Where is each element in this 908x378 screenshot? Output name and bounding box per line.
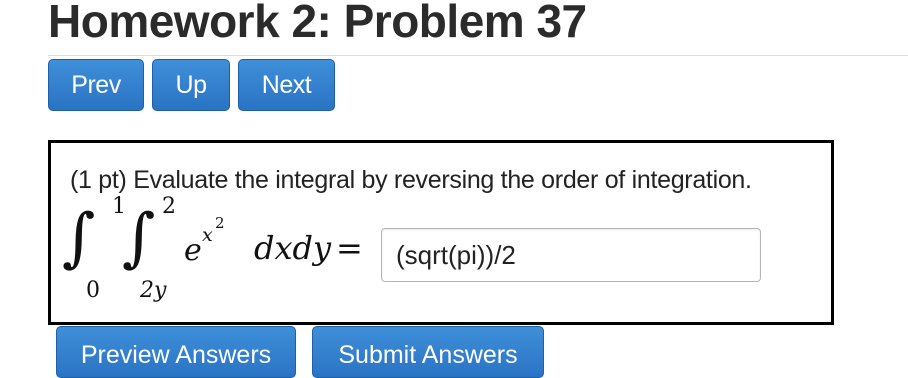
differentials: dxdy xyxy=(254,229,332,267)
title-divider xyxy=(48,55,908,56)
outer-lower-limit: 0 xyxy=(86,278,100,303)
inner-integral-sign: ∫ xyxy=(122,201,156,275)
integrand-base: e xyxy=(184,233,202,268)
preview-answers-button[interactable]: Preview Answers xyxy=(56,326,296,378)
inner-upper-limit: 2 xyxy=(162,194,176,219)
integrand-exponent: x xyxy=(202,224,213,246)
equals-sign: = xyxy=(336,229,363,267)
problem-statement: (1 pt) Evaluate the integral by reversin… xyxy=(70,166,752,194)
up-button[interactable]: Up xyxy=(152,59,230,111)
inner-lower-limit: 2y xyxy=(140,278,167,303)
integrand-exponent-power: 2 xyxy=(215,214,225,232)
answer-input[interactable] xyxy=(381,228,761,282)
submit-answers-button[interactable]: Submit Answers xyxy=(312,326,544,378)
prev-button[interactable]: Prev xyxy=(48,59,144,111)
page-title: Homework 2: Problem 37 xyxy=(48,0,587,47)
next-button[interactable]: Next xyxy=(238,59,335,111)
outer-integral-sign: ∫ xyxy=(62,201,96,275)
